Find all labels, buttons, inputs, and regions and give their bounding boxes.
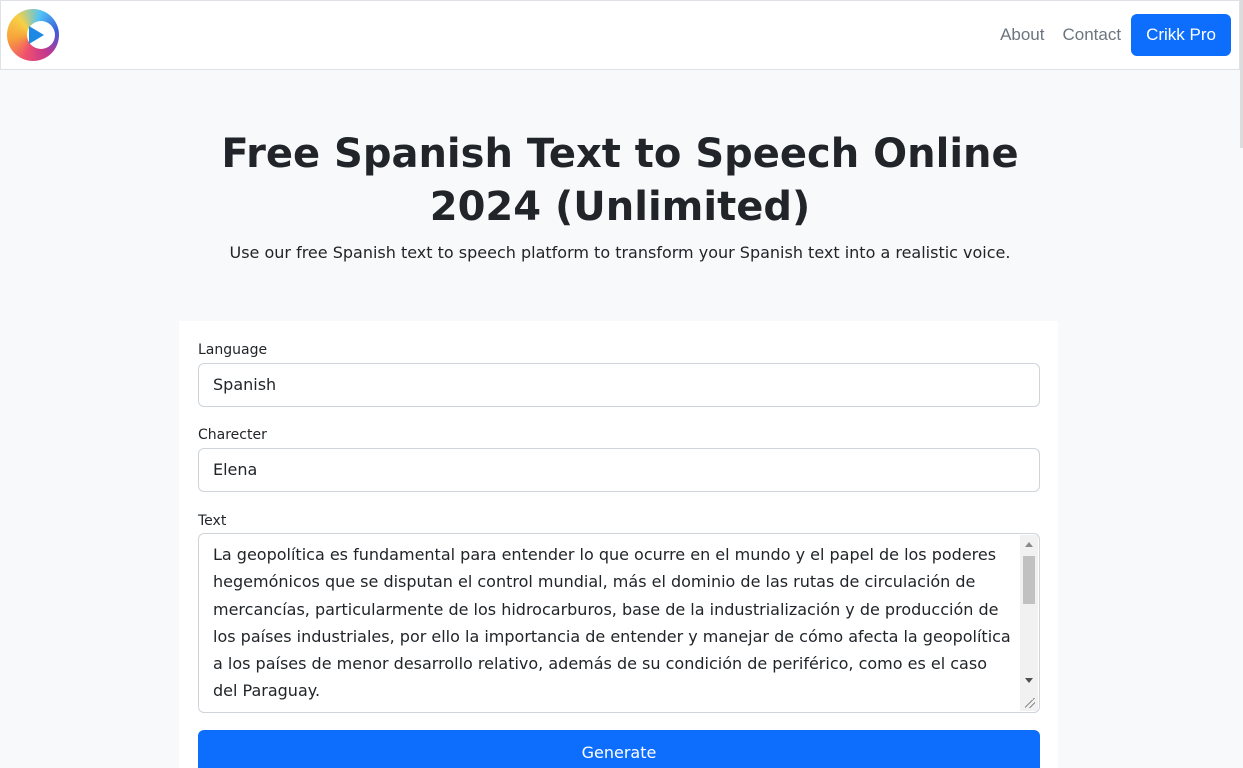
textarea-scrollbar[interactable] <box>1020 535 1038 711</box>
page-title: Free Spanish Text to Speech Online 2024 … <box>221 131 1019 230</box>
scroll-down-icon[interactable] <box>1025 678 1033 683</box>
play-icon <box>28 26 44 44</box>
navbar: About Contact Crikk Pro <box>0 0 1240 70</box>
nav-links: About Contact Crikk Pro <box>1000 14 1231 56</box>
nav-link-about[interactable]: About <box>1000 25 1044 45</box>
page-subtitle: Use our free Spanish text to speech plat… <box>229 243 1011 262</box>
crikk-pro-button[interactable]: Crikk Pro <box>1131 14 1231 56</box>
resize-grip-icon[interactable] <box>1020 693 1038 711</box>
tts-form-card: Language Spanish Charecter Elena Text La… <box>179 321 1058 768</box>
character-select[interactable]: Elena <box>198 448 1040 492</box>
scroll-thumb[interactable] <box>1023 556 1035 604</box>
text-input[interactable]: La geopolítica es fundamental para enten… <box>198 533 1040 713</box>
character-label: Charecter <box>198 427 267 443</box>
language-label: Language <box>198 342 268 358</box>
crikk-logo-icon[interactable] <box>7 9 59 61</box>
nav-link-contact[interactable]: Contact <box>1063 25 1122 45</box>
language-select[interactable]: Spanish <box>198 363 1040 407</box>
text-input-content[interactable]: La geopolítica es fundamental para enten… <box>213 541 1015 705</box>
text-label: Text <box>198 513 227 529</box>
scroll-up-icon[interactable] <box>1025 542 1033 547</box>
generate-button[interactable]: Generate <box>198 730 1040 768</box>
